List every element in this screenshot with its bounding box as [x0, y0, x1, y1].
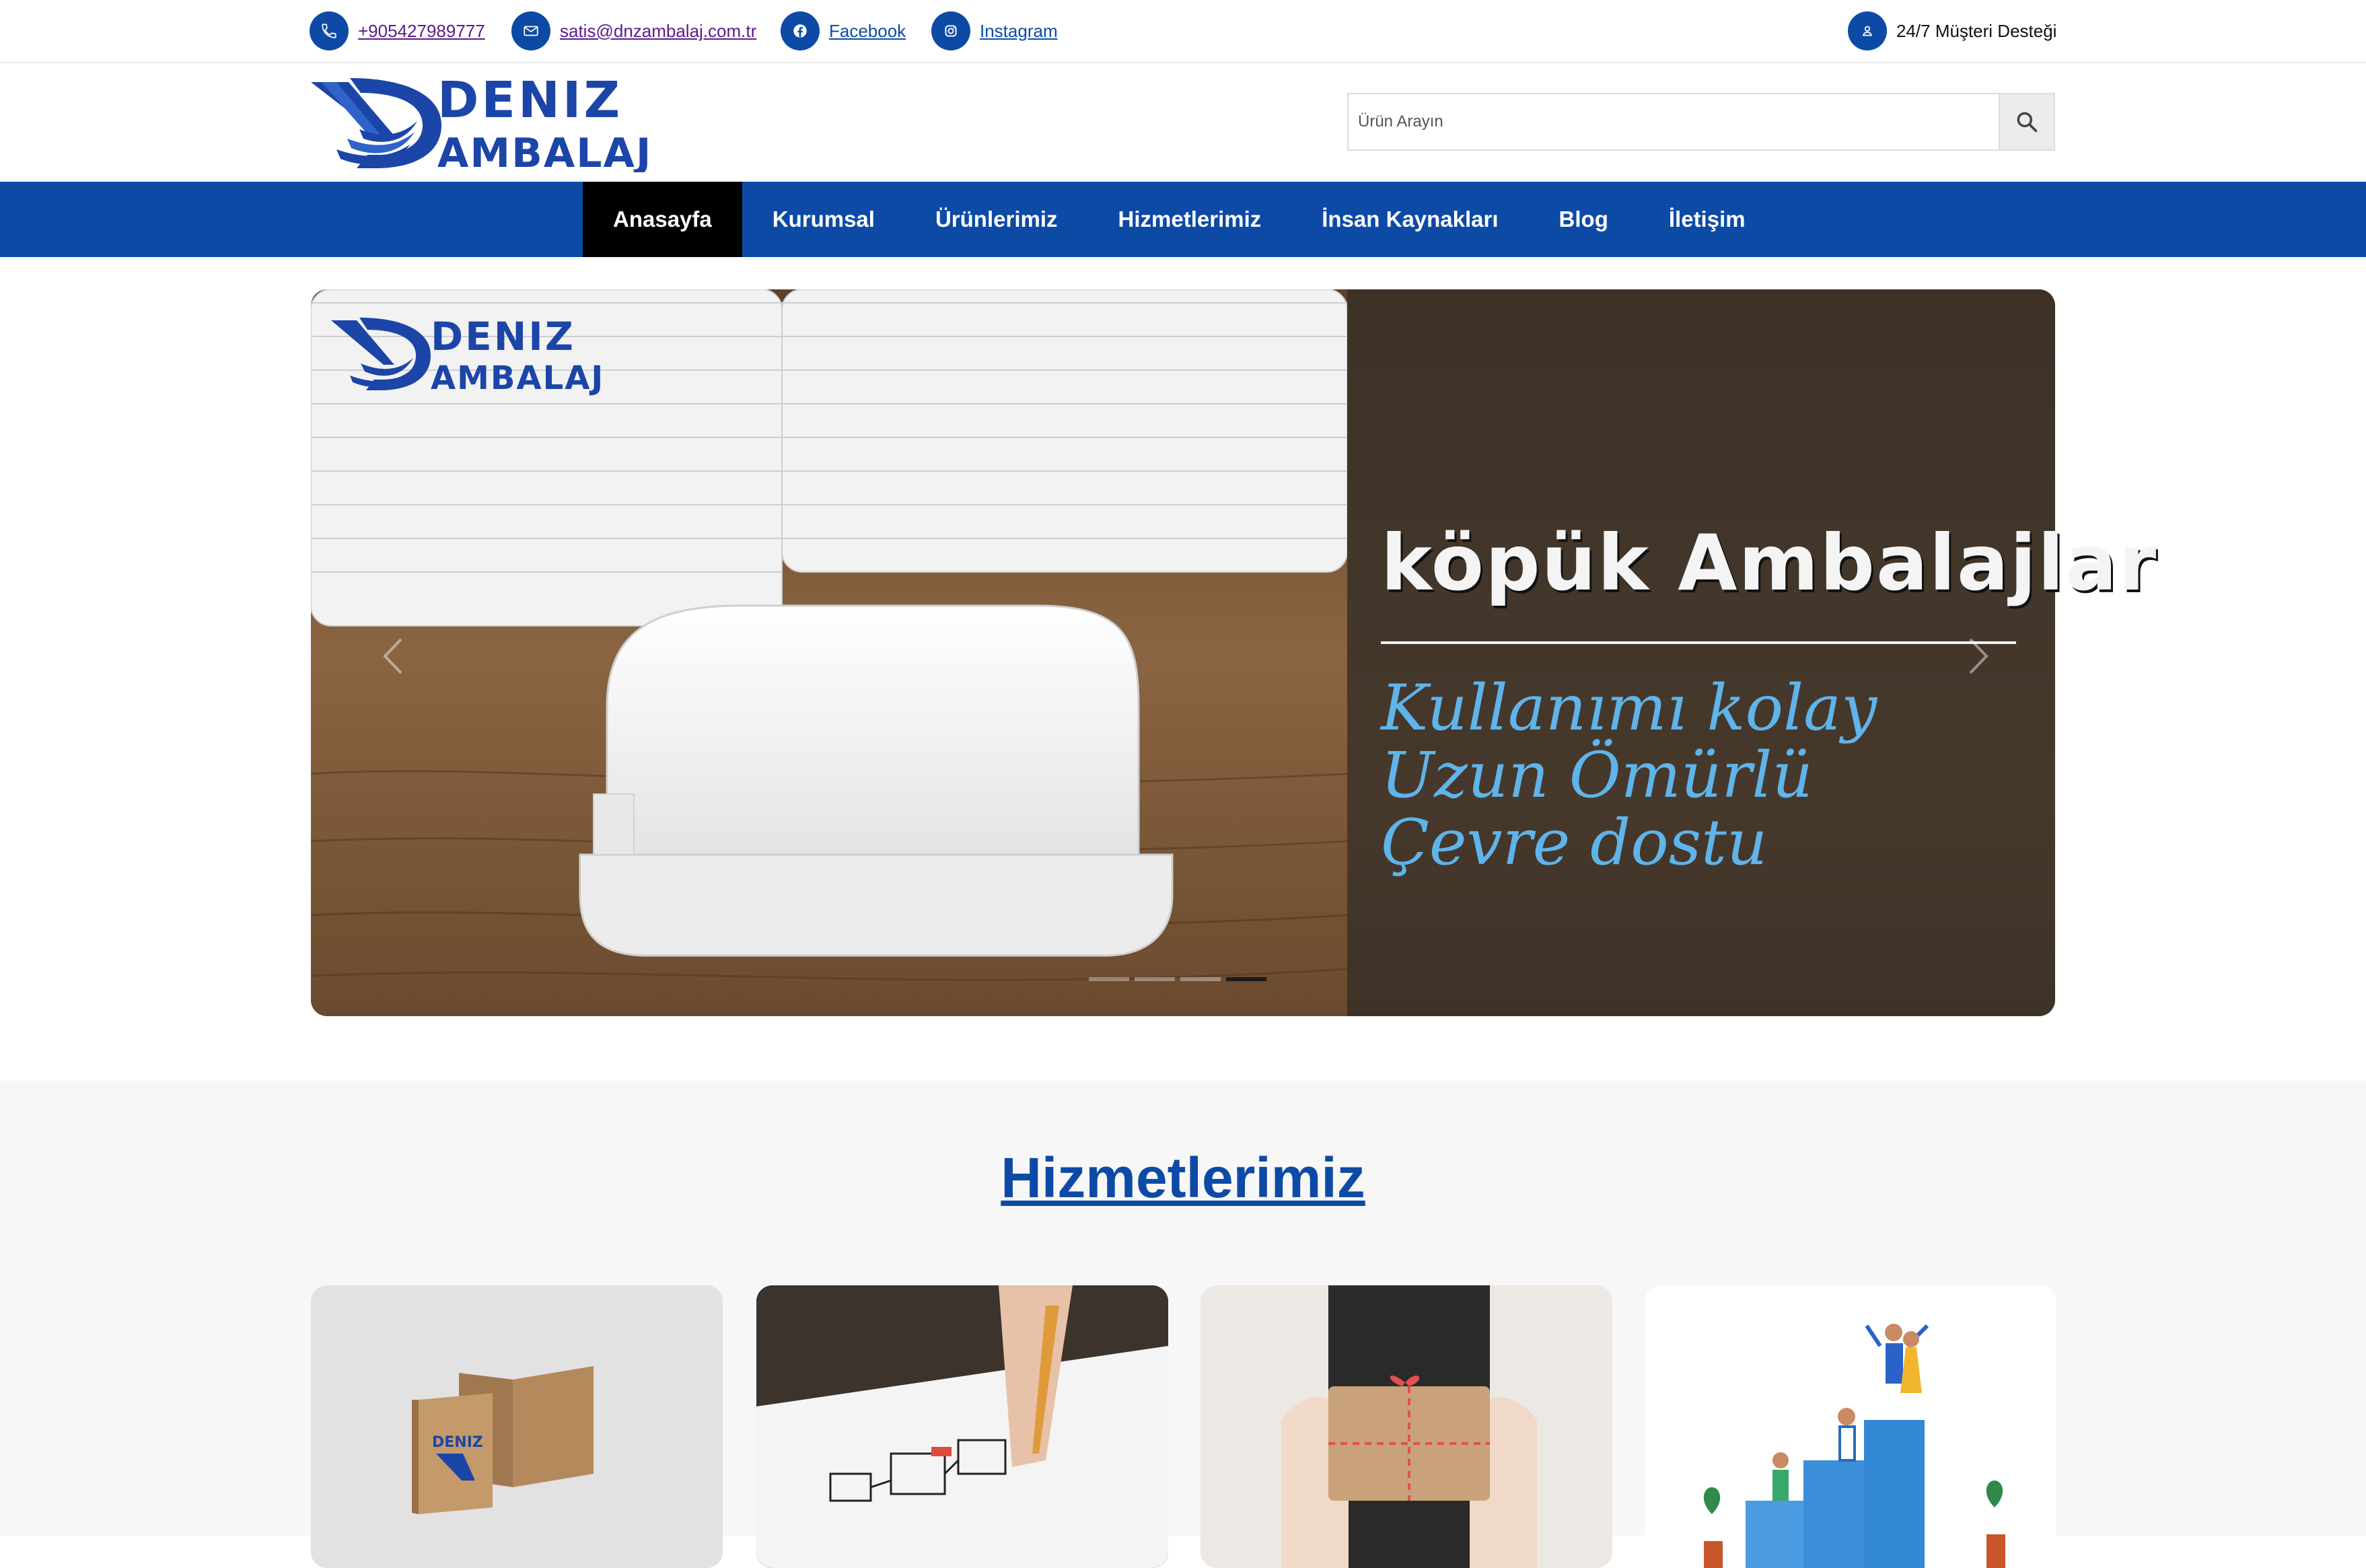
slider-dot-4[interactable] [1226, 977, 1266, 981]
service-card-3[interactable] [1200, 1285, 1612, 1568]
packaging-boxes-image: DENIZ [311, 1285, 723, 1568]
slide-text-panel [1347, 289, 2055, 1016]
slide-line-3: Çevre dostu [1381, 806, 1768, 880]
slider-next-arrow-icon[interactable] [1957, 633, 1997, 680]
svg-text:DENIZ: DENIZ [432, 1434, 483, 1451]
slide-line-2: Uzun Ömürlü [1381, 739, 1813, 812]
nav-item-blog[interactable]: Blog [1529, 182, 1639, 257]
instagram-icon [931, 11, 970, 50]
service-card-4[interactable] [1645, 1285, 2056, 1568]
hero-slider[interactable]: DENIZ AMBALAJ [311, 289, 2055, 1016]
top-bar: +905427989777 satis@dnzambalaj.com.tr Fa… [0, 0, 2366, 63]
svg-text:DENIZ: DENIZ [431, 315, 575, 359]
search-input[interactable] [1349, 94, 1999, 149]
nav-item-hizmetlerimiz[interactable]: Hizmetlerimiz [1088, 182, 1292, 257]
svg-text:AMBALAJ: AMBALAJ [431, 359, 604, 396]
deniz-ambalaj-logo[interactable]: DENIZ AMBALAJ [310, 74, 653, 172]
growth-team-image [1645, 1285, 2056, 1568]
phone-link[interactable]: +905427989777 [358, 21, 485, 42]
facebook-contact: Facebook [781, 11, 906, 51]
mail-icon [511, 11, 550, 50]
service-card-1[interactable]: DENIZ [311, 1285, 723, 1568]
nav-item-iletisim[interactable]: İletişim [1639, 182, 1776, 257]
user-support-icon [1848, 11, 1887, 50]
nav-item-anasayfa[interactable]: Anasayfa [583, 182, 742, 257]
search-button[interactable] [1999, 94, 2054, 149]
slider-dot-1[interactable] [1089, 977, 1129, 981]
slide-divider [1381, 641, 2016, 644]
phone-icon [310, 11, 349, 50]
email-contact: satis@dnzambalaj.com.tr [511, 11, 756, 51]
slider-dot-2[interactable] [1135, 977, 1175, 981]
search-box [1347, 93, 2055, 151]
site-header: DENIZ AMBALAJ [0, 63, 2366, 182]
slider-dots [1089, 977, 1266, 981]
slider-dot-3[interactable] [1180, 977, 1221, 981]
support-contact: 24/7 Müşteri Desteği [1848, 11, 2056, 51]
nav-item-insan-kaynaklari[interactable]: İnsan Kaynakları [1291, 182, 1528, 257]
email-link[interactable]: satis@dnzambalaj.com.tr [560, 21, 756, 42]
logo-line1: DENIZ [437, 74, 622, 129]
search-icon [2017, 112, 2038, 133]
logo-line2: AMBALAJ [437, 130, 652, 172]
support-label: 24/7 Müşteri Desteği [1896, 20, 2057, 41]
nav-item-urunlerimiz[interactable]: Ürünlerimiz [905, 182, 1088, 257]
instagram-link[interactable]: Instagram [980, 21, 1058, 42]
slider-prev-arrow-icon[interactable] [374, 633, 415, 680]
design-sketch-image [756, 1285, 1168, 1568]
services-section: Hizmetlerimiz DENIZ [0, 1081, 2366, 1568]
slide-title: köpük Ambalajlar [1381, 518, 2158, 608]
main-nav: Anasayfa Kurumsal Ürünlerimiz Hizmetleri… [0, 182, 2366, 257]
facebook-link[interactable]: Facebook [829, 21, 906, 42]
slide-line-1: Kullanımı kolay [1381, 672, 1877, 745]
gift-package-image [1200, 1285, 1612, 1568]
instagram-contact: Instagram [931, 11, 1058, 51]
phone-contact: +905427989777 [310, 11, 485, 51]
services-heading[interactable]: Hizmetlerimiz [0, 1145, 2366, 1211]
service-card-2[interactable] [756, 1285, 1168, 1568]
foam-container-image [311, 289, 1347, 1016]
slide-logo: DENIZ AMBALAJ [331, 315, 604, 396]
facebook-icon [781, 11, 820, 50]
nav-item-kurumsal[interactable]: Kurumsal [742, 182, 905, 257]
